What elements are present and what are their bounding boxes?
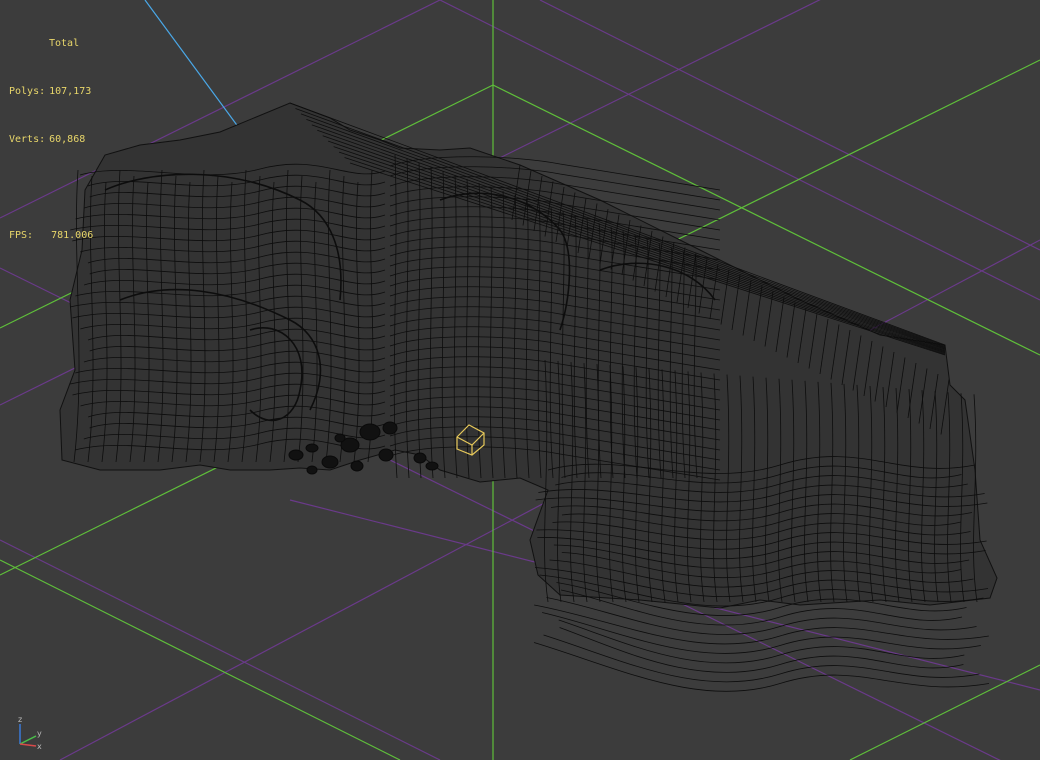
polys-row: Polys: 107,173 — [9, 84, 93, 100]
axis-y-label: y — [37, 729, 42, 738]
verts-value: 60,868 — [49, 134, 86, 145]
scene-canvas[interactable] — [0, 0, 1040, 760]
verts-label: Verts: — [9, 134, 46, 145]
fps-row: FPS: 781.006 — [9, 228, 93, 244]
stats-spacer — [9, 180, 93, 196]
polys-value: 107,173 — [49, 86, 92, 97]
viewport-statistics: Total Polys: 107,173 Verts: 60,868 FPS: … — [9, 4, 93, 276]
rock-cliff-wireframe[interactable] — [59, 102, 998, 692]
world-axis-icon: z y x — [18, 715, 42, 751]
axis-z-label: z — [18, 715, 22, 724]
polys-label: Polys: — [9, 86, 46, 97]
fps-label: FPS: — [9, 230, 34, 241]
axis-x-label: x — [37, 742, 42, 751]
verts-row: Verts: 60,868 — [9, 132, 93, 148]
stats-header: Total — [49, 38, 80, 49]
3d-viewport[interactable]: Total Polys: 107,173 Verts: 60,868 FPS: … — [0, 0, 1040, 760]
fps-value: 781.006 — [51, 230, 94, 241]
